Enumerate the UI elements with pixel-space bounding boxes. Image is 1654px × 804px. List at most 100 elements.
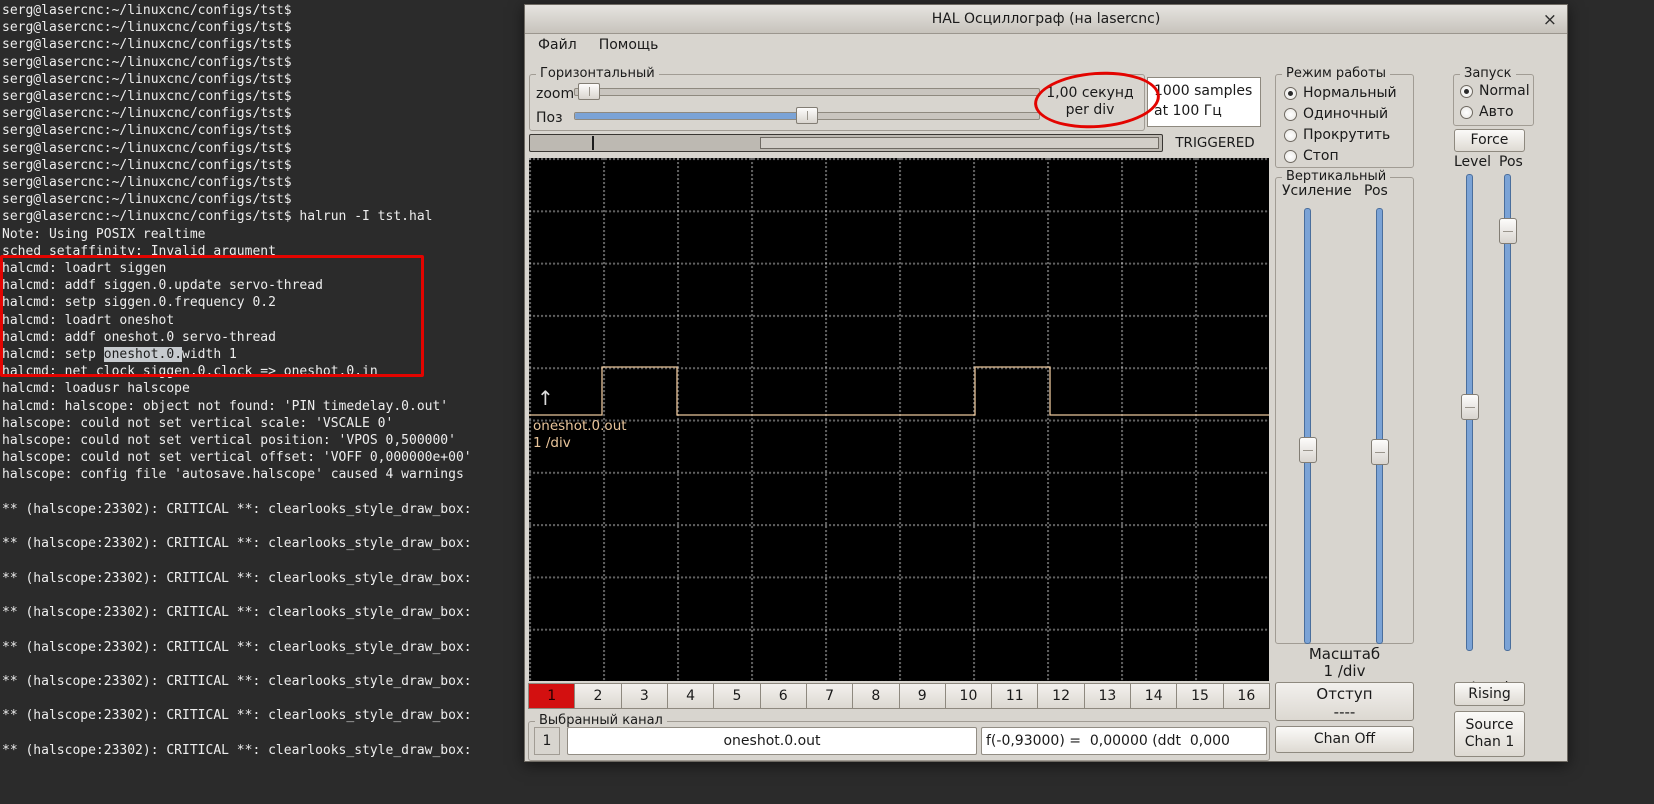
trigger-source-line2: Chan 1 [1464, 734, 1515, 750]
trigger-pos-slider[interactable] [1498, 174, 1517, 651]
record-position-bar[interactable] [529, 134, 1163, 152]
trigger-options: Normal Авто [1460, 83, 1531, 125]
zoom-label: zoom [536, 86, 575, 102]
force-label: Force [1470, 132, 1509, 148]
radio-icon[interactable] [1284, 128, 1297, 142]
radio-mode-stop[interactable]: Стоп [1284, 148, 1409, 164]
radio-trigger-normal-label: Normal [1479, 83, 1530, 99]
vertical-scale-value: 1 /div [1323, 662, 1366, 680]
terminal-output[interactable]: serg@lasercnc:~/linuxcnc/configs/tst$ se… [2, 2, 479, 759]
window-titlebar[interactable]: HAL Осциллограф (на lasercnc) × [525, 5, 1567, 34]
trigger-level-arrow-icon: ↑ [537, 386, 554, 410]
trigger-group-label: Запуск [1460, 66, 1516, 81]
channel-button-2[interactable]: 2 [574, 683, 622, 709]
position-label: Поз [536, 110, 563, 126]
zoom-slider-thumb[interactable] [578, 83, 600, 100]
selected-channel-number: 1 [534, 727, 560, 755]
channel-selector-row: 1 2 3 4 5 6 7 8 9 10 11 12 13 14 15 16 [528, 683, 1270, 709]
radio-mode-roll-label: Прокрутить [1303, 127, 1391, 143]
offset-button[interactable]: Отступ ---- [1275, 682, 1414, 721]
menu-file[interactable]: Файл [527, 34, 588, 60]
radio-icon[interactable] [1284, 149, 1297, 163]
radio-mode-single-label: Одиночный [1303, 106, 1389, 122]
selected-channel-name-field[interactable]: oneshot.0.out [567, 727, 977, 755]
radio-mode-roll[interactable]: Прокрутить [1284, 127, 1409, 143]
scope-scale-label: 1 /div [533, 435, 571, 451]
channel-button-13[interactable]: 13 [1083, 683, 1132, 709]
samples-count: 1000 samples [1154, 83, 1253, 99]
vertical-group-label: Вертикальный [1282, 169, 1391, 184]
chan-off-label: Chan Off [1313, 731, 1376, 747]
radio-icon[interactable] [1284, 86, 1297, 100]
radio-icon[interactable] [1284, 107, 1297, 121]
selected-channel-readout: f(-0,93000) = 0,00000 (ddt 0,000 [981, 727, 1267, 755]
channel-button-4[interactable]: 4 [666, 683, 715, 709]
scope-canvas [529, 366, 1269, 416]
channel-button-7[interactable]: 7 [805, 683, 854, 709]
annotation-red-rectangle [0, 255, 424, 377]
offset-value: ---- [1333, 703, 1356, 721]
rising-label: Rising [1468, 685, 1511, 702]
channel-button-9[interactable]: 9 [898, 683, 946, 709]
channel-button-12[interactable]: 12 [1037, 683, 1085, 709]
position-slider-thumb[interactable] [796, 107, 818, 124]
radio-trigger-normal[interactable]: Normal [1460, 83, 1531, 99]
horizontal-group-label: Горизонтальный [536, 66, 659, 81]
trigger-level-slider-thumb[interactable] [1460, 394, 1479, 420]
waveform-trace [529, 366, 1269, 416]
gain-slider[interactable] [1298, 208, 1317, 644]
run-mode-group-label: Режим работы [1282, 66, 1390, 81]
run-mode-group: Режим работы Нормальный Одиночный Прокру… [1275, 66, 1414, 169]
radio-mode-normal[interactable]: Нормальный [1284, 85, 1409, 101]
channel-button-11[interactable]: 11 [991, 683, 1039, 709]
zoom-slider[interactable] [574, 83, 1040, 101]
offset-title: Отступ [1316, 685, 1373, 703]
channel-button-16[interactable]: 16 [1222, 683, 1270, 709]
vertical-scale-title: Масштаб [1308, 645, 1381, 663]
selected-channel-group-label: Выбранный канал [535, 713, 667, 728]
radio-trigger-auto-label: Авто [1479, 104, 1514, 120]
menu-help[interactable]: Помощь [588, 34, 670, 60]
scope-display: ↑ oneshot.0.out 1 /div [529, 158, 1269, 681]
position-slider-fill [575, 113, 799, 119]
trigger-source-line1: Source [1465, 717, 1514, 733]
channel-button-8[interactable]: 8 [852, 683, 900, 709]
samples-info-box: 1000 samples at 100 Гц [1147, 77, 1261, 127]
samples-rate: at 100 Гц [1154, 103, 1222, 119]
channel-button-3[interactable]: 3 [620, 683, 668, 709]
trigger-pos-column-label: Pos [1499, 154, 1523, 170]
channel-button-6[interactable]: 6 [759, 683, 807, 709]
gain-slider-thumb[interactable] [1298, 437, 1317, 463]
radio-trigger-auto[interactable]: Авто [1460, 104, 1531, 120]
force-button[interactable]: Force [1454, 129, 1525, 152]
chan-off-button[interactable]: Chan Off [1275, 726, 1414, 753]
radio-icon[interactable] [1460, 84, 1473, 98]
vertical-pos-label: Pos [1364, 183, 1388, 199]
channel-button-10[interactable]: 10 [944, 683, 993, 709]
rising-button[interactable]: Rising [1454, 682, 1525, 706]
radio-icon[interactable] [1460, 105, 1473, 119]
run-mode-options: Нормальный Одиночный Прокрутить Стоп [1284, 85, 1409, 169]
trigger-group: Запуск Normal Авто [1453, 66, 1534, 126]
vertical-group: Вертикальный Усиление Pos [1275, 169, 1414, 644]
channel-button-1[interactable]: 1 [528, 683, 576, 709]
channel-button-14[interactable]: 14 [1130, 683, 1178, 709]
trigger-source-button[interactable]: Source Chan 1 [1454, 711, 1525, 757]
position-slider[interactable] [574, 107, 1040, 125]
channel-button-5[interactable]: 5 [713, 683, 761, 709]
close-icon[interactable]: × [1543, 5, 1557, 34]
zoom-slider-trough[interactable] [574, 88, 1040, 96]
scope-signal-label: oneshot.0.out [533, 418, 627, 434]
radio-mode-single[interactable]: Одиночный [1284, 106, 1409, 122]
trigger-pos-slider-thumb[interactable] [1498, 218, 1517, 244]
channel-button-15[interactable]: 15 [1176, 683, 1224, 709]
vertical-pos-slider-thumb[interactable] [1370, 439, 1389, 465]
trigger-status-label: TRIGGERED [1175, 135, 1255, 151]
trigger-level-column-label: Level [1454, 154, 1491, 170]
trigger-level-slider[interactable] [1460, 174, 1479, 651]
vertical-pos-slider[interactable] [1370, 208, 1389, 644]
gain-label: Усиление [1282, 183, 1352, 199]
vertical-scale-readout: Масштаб 1 /div [1275, 646, 1414, 680]
view-window-indicator [760, 137, 1159, 149]
radio-mode-normal-label: Нормальный [1303, 85, 1397, 101]
